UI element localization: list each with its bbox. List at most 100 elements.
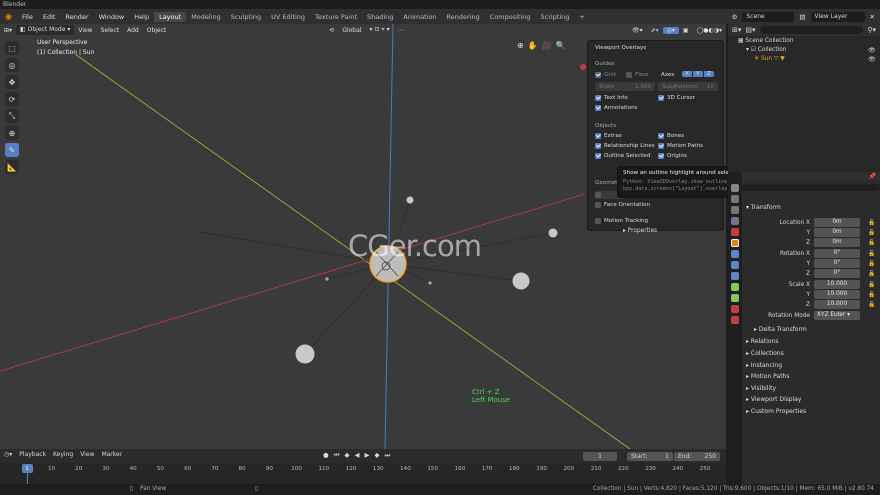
camera-icon[interactable]: 🎥 bbox=[542, 41, 552, 50]
origins-toggle[interactable]: Origins bbox=[658, 153, 687, 159]
transform-section[interactable]: ▾ Transform bbox=[746, 204, 781, 211]
menu-add[interactable]: Add bbox=[123, 27, 143, 34]
tab-compositing[interactable]: Compositing bbox=[485, 12, 536, 22]
jump-end-icon[interactable]: ⏭ bbox=[385, 451, 391, 460]
grid-checkbox[interactable] bbox=[595, 72, 601, 78]
zoom-icon[interactable]: ⊕ bbox=[517, 41, 524, 50]
blender-logo-icon[interactable]: ◉ bbox=[0, 12, 17, 21]
record-icon[interactable]: ● bbox=[323, 451, 329, 460]
rotation-x-field[interactable]: 0° bbox=[814, 249, 860, 258]
menu-edit[interactable]: Edit bbox=[38, 13, 61, 21]
modifier-tab-icon[interactable] bbox=[731, 250, 739, 258]
physics-tab-icon[interactable] bbox=[731, 272, 739, 280]
jump-start-icon[interactable]: ⏮ bbox=[334, 451, 340, 460]
lock-icon[interactable]: 🔓 bbox=[868, 240, 875, 246]
location-z-field[interactable]: 0m bbox=[814, 238, 860, 247]
annotations-checkbox[interactable] bbox=[595, 105, 601, 111]
menu-view[interactable]: View bbox=[74, 27, 96, 34]
motion-paths-checkbox[interactable] bbox=[658, 143, 664, 149]
data-tab-icon[interactable] bbox=[731, 294, 739, 302]
lock-icon[interactable]: 🔓 bbox=[868, 251, 875, 257]
face-orientation-checkbox[interactable] bbox=[595, 202, 601, 208]
display-mode-icon[interactable]: ▤▾ bbox=[745, 26, 755, 34]
snap-icon[interactable]: ⋯ bbox=[394, 27, 408, 34]
outline-selected-checkbox[interactable] bbox=[595, 153, 601, 159]
output-tab-icon[interactable] bbox=[731, 206, 739, 214]
origins-checkbox[interactable] bbox=[658, 153, 664, 159]
extras-checkbox[interactable] bbox=[595, 133, 601, 139]
rotation-y-field[interactable]: 0° bbox=[814, 259, 860, 268]
cursor-tool[interactable]: ◎ bbox=[5, 58, 19, 72]
mode-selector[interactable]: ◧ Object Mode ▾ bbox=[16, 25, 75, 35]
3d-cursor-toggle[interactable]: 3D Cursor bbox=[658, 95, 695, 101]
xray-icon[interactable]: ▣ bbox=[679, 27, 693, 34]
menu-object[interactable]: Object bbox=[143, 27, 171, 34]
particles-tab-icon[interactable] bbox=[731, 261, 739, 269]
measure-tool[interactable]: 📐 bbox=[5, 160, 19, 174]
tab-texture-paint[interactable]: Texture Paint bbox=[310, 12, 362, 22]
scale-field[interactable]: Scale 1.000 bbox=[595, 82, 655, 91]
scale-tool[interactable]: ⤡ bbox=[5, 109, 19, 123]
collection-visibility-icon[interactable]: 👁 bbox=[868, 47, 876, 54]
prev-key-icon[interactable]: ◆ bbox=[345, 451, 350, 460]
scale-z-field[interactable]: 10.000 bbox=[814, 300, 860, 309]
material-tab-icon[interactable] bbox=[731, 305, 739, 313]
hand-pan-icon[interactable]: ✋ bbox=[528, 41, 538, 50]
current-frame-field[interactable]: 1 bbox=[583, 452, 617, 461]
axis-y-button[interactable]: Y bbox=[693, 71, 703, 77]
lock-icon[interactable]: 🔓 bbox=[868, 292, 875, 298]
custom-properties-section[interactable]: ▸ Custom Properties bbox=[746, 408, 806, 415]
axis-z-button[interactable]: Z bbox=[704, 71, 714, 77]
next-key-icon[interactable]: ◆ bbox=[375, 451, 380, 460]
relationship-lines-toggle[interactable]: Relationship Lines bbox=[595, 143, 655, 149]
move-tool[interactable]: ✥ bbox=[5, 75, 19, 89]
menu-select[interactable]: Select bbox=[97, 27, 124, 34]
orientation-selector[interactable]: Global bbox=[338, 27, 365, 34]
scene-icon[interactable]: ⚙ bbox=[727, 13, 743, 21]
menu-playback[interactable]: Playback bbox=[19, 451, 46, 458]
location-x-field[interactable]: 0m bbox=[814, 218, 860, 227]
visibility-icon[interactable]: 👁▾ bbox=[628, 27, 647, 34]
sun-visibility-icon[interactable]: 👁 bbox=[868, 56, 876, 63]
timeline-editor-icon[interactable]: ◷▾ bbox=[4, 451, 12, 458]
motion-tracking-toggle[interactable]: Motion Tracking bbox=[595, 218, 648, 224]
scale-y-field[interactable]: 10.000 bbox=[814, 290, 860, 299]
outliner-editor-icon[interactable]: ⊞▾ bbox=[732, 26, 741, 34]
3d-cursor-checkbox[interactable] bbox=[658, 95, 664, 101]
menu-file[interactable]: File bbox=[17, 13, 38, 21]
wireframe-checkbox[interactable] bbox=[595, 192, 601, 198]
outline-selected-toggle[interactable]: Outline Selected bbox=[595, 153, 650, 159]
axis-x-button[interactable]: X bbox=[682, 71, 692, 77]
motion-tracking-checkbox[interactable] bbox=[595, 218, 601, 224]
bones-checkbox[interactable] bbox=[658, 133, 664, 139]
relationship-lines-checkbox[interactable] bbox=[595, 143, 601, 149]
add-workspace-button[interactable]: + bbox=[574, 12, 589, 22]
menu-timeline-view[interactable]: View bbox=[80, 451, 94, 458]
select-box-tool[interactable]: ⬚ bbox=[5, 41, 19, 55]
start-frame-field[interactable]: Start: 1 bbox=[627, 452, 673, 461]
end-frame-field[interactable]: End: 250 bbox=[674, 452, 720, 461]
filter-icon[interactable]: ⚲▾ bbox=[867, 26, 876, 34]
search-icon[interactable]: 🔍 bbox=[556, 41, 566, 50]
scale-x-field[interactable]: 10.000 bbox=[814, 280, 860, 289]
tab-animation[interactable]: Animation bbox=[398, 12, 441, 22]
floor-toggle[interactable]: Floor bbox=[626, 72, 649, 78]
scene-tab-icon[interactable] bbox=[731, 228, 739, 236]
viewport-display-section[interactable]: ▸ Viewport Display bbox=[746, 396, 801, 403]
pivot-icon[interactable]: ▾ ⊡ ⌖ ▾ bbox=[365, 26, 393, 34]
view-layer-tab-icon[interactable] bbox=[731, 217, 739, 225]
motion-paths-toggle[interactable]: Motion Paths bbox=[658, 143, 703, 149]
delta-transform-section[interactable]: ▸ Delta Transform bbox=[754, 326, 807, 333]
orientation-icon[interactable]: ⟲ bbox=[325, 27, 338, 34]
sun-row[interactable]: ☀ Sun ▽ ▼ bbox=[754, 56, 785, 62]
rotate-tool[interactable]: ⟳ bbox=[5, 92, 19, 106]
view-layer-selector[interactable]: View Layer bbox=[810, 11, 865, 22]
menu-keying[interactable]: Keying bbox=[53, 451, 73, 458]
lock-icon[interactable]: 🔓 bbox=[868, 302, 875, 308]
tab-sculpting[interactable]: Sculpting bbox=[226, 12, 266, 22]
lock-icon[interactable]: 🔓 bbox=[868, 230, 875, 236]
outliner-search-input[interactable] bbox=[759, 26, 864, 34]
editor-type-icon[interactable]: ⊞▾ bbox=[0, 27, 16, 34]
menu-marker[interactable]: Marker bbox=[101, 451, 122, 458]
motion-paths-section[interactable]: ▸ Motion Paths bbox=[746, 373, 789, 380]
